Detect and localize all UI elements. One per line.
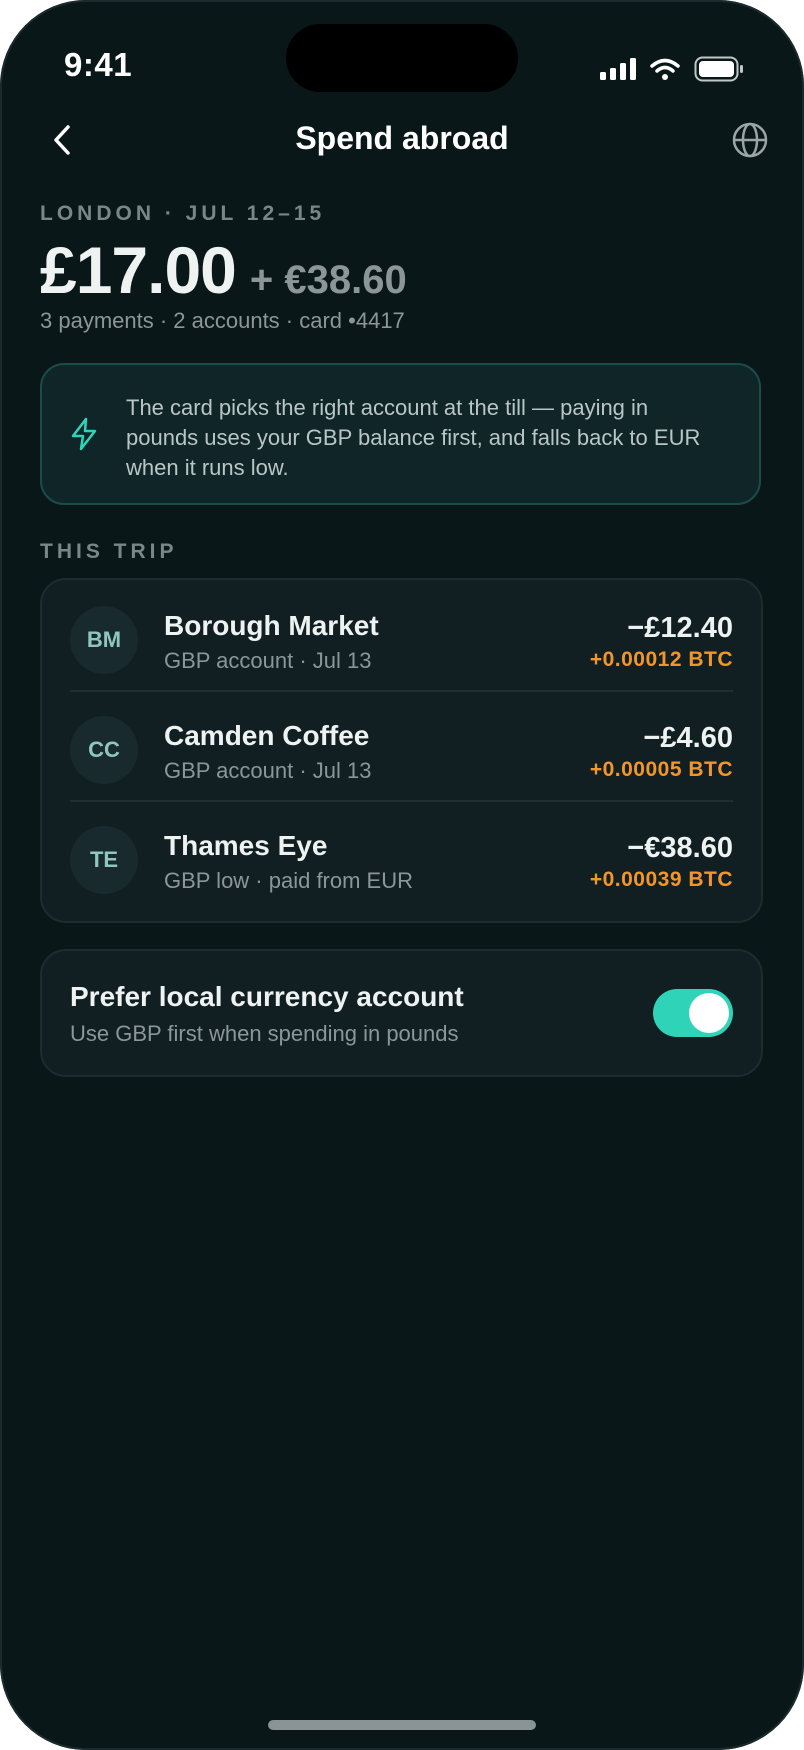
btc-reward: +0.00005 BTC (589, 758, 733, 781)
merchant-name: Camden Coffee (164, 720, 370, 751)
transaction-row[interactable]: TE Thames Eye GBP low · paid from EUR −€… (70, 800, 733, 910)
merchant-name: Thames Eye (164, 830, 328, 861)
status-time: 9:41 (64, 46, 133, 83)
transaction-amount: −£4.60 (643, 722, 733, 754)
battery-icon (694, 56, 743, 82)
info-text: The card picks the right account at the … (126, 395, 701, 480)
transaction-row[interactable]: CC Camden Coffee GBP account · Jul 13 −£… (70, 690, 733, 802)
phone-screen: 9:41 Spend abroad LONDON · JUL 12–15 £17… (0, 0, 804, 1750)
preference-subtitle: Use GBP first when spending in pounds (70, 1021, 459, 1046)
avatar: TE (70, 826, 138, 894)
dynamic-island (286, 24, 518, 92)
transaction-detail: GBP account · Jul 13 (164, 758, 372, 783)
status-icons (600, 56, 744, 82)
transaction-row[interactable]: BM Borough Market GBP account · Jul 13 −… (70, 580, 733, 692)
trip-location-dates: LONDON · JUL 12–15 (40, 202, 326, 225)
avatar: CC (70, 716, 138, 784)
btc-reward: +0.00012 BTC (589, 648, 733, 671)
signal-icon (600, 58, 636, 80)
globe-button[interactable] (728, 118, 772, 162)
transaction-detail: GBP low · paid from EUR (164, 868, 414, 893)
total-gbp: £17.00 (40, 233, 237, 307)
preference-title: Prefer local currency account (70, 981, 464, 1012)
toggle-knob (689, 993, 729, 1033)
section-label: THIS TRIP (40, 540, 178, 563)
prefer-local-toggle[interactable] (653, 989, 733, 1037)
merchant-name: Borough Market (164, 610, 379, 641)
transaction-detail: GBP account · Jul 13 (164, 648, 372, 673)
trip-meta: 3 payments · 2 accounts · card •4417 (40, 308, 405, 333)
preference-card: Prefer local currency account Use GBP fi… (40, 949, 763, 1077)
transactions-list: BM Borough Market GBP account · Jul 13 −… (40, 578, 763, 923)
transaction-amount: −£12.40 (627, 612, 733, 644)
info-card: The card picks the right account at the … (40, 363, 761, 505)
wifi-icon (650, 58, 680, 80)
avatar: BM (70, 606, 138, 674)
globe-icon (732, 122, 768, 158)
lightning-icon (71, 417, 97, 451)
home-indicator[interactable] (268, 1720, 536, 1730)
page-title: Spend abroad (295, 120, 509, 156)
transaction-amount: −€38.60 (627, 832, 733, 864)
btc-reward: +0.00039 BTC (589, 868, 733, 891)
trip-total: £17.00 + €38.60 (40, 232, 407, 308)
total-eur: + €38.60 (249, 258, 407, 302)
